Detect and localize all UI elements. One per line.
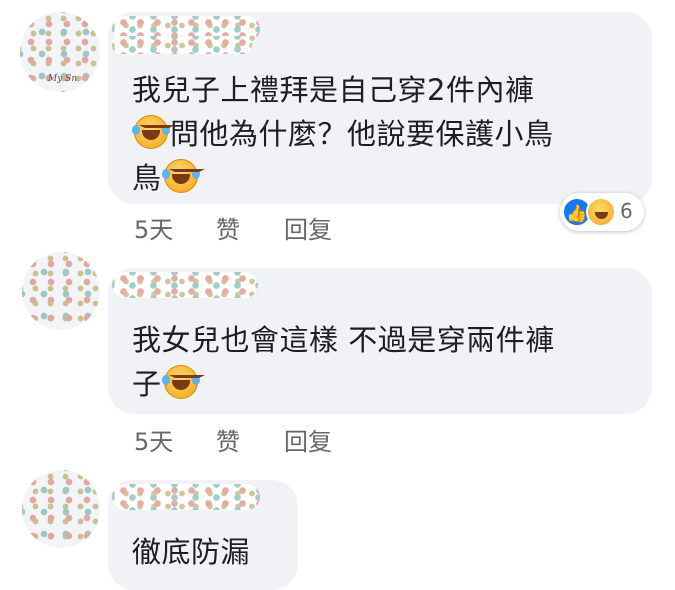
avatar-caption: My Sn	[48, 74, 78, 84]
comment-line: 我兒子上禮拜是自己穿2件內褲	[132, 73, 535, 107]
comment-line-text: 子	[132, 367, 162, 401]
like-button[interactable]: 赞	[216, 210, 240, 245]
author-name-blur	[112, 36, 252, 54]
like-button[interactable]: 赞	[216, 422, 240, 457]
reaction-count: 6	[620, 199, 633, 223]
reaction-summary[interactable]: 👍 6	[560, 193, 644, 231]
avatar[interactable]	[22, 470, 100, 548]
reply-button[interactable]: 回复	[284, 210, 332, 245]
author-name[interactable]	[112, 484, 260, 510]
comment-line-3: 鳥	[132, 156, 642, 200]
comment-line-2: 問他為什麼？他說要保護小鳥	[132, 112, 642, 156]
reply-button[interactable]: 回复	[284, 422, 332, 457]
haha-icon	[586, 197, 616, 227]
author-name[interactable]	[112, 272, 258, 298]
avatar[interactable]	[22, 252, 100, 330]
laughing-tears-emoji-icon	[132, 115, 175, 149]
comment-text: 我兒子上禮拜是自己穿2件內褲 問他為什麼？他說要保護小鳥 鳥	[132, 68, 642, 200]
comment-time[interactable]: 5天	[134, 422, 173, 457]
comment-line: 我女兒也會這樣 不過是穿兩件褲	[132, 323, 555, 357]
comment-text: 我女兒也會這樣 不過是穿兩件褲 子	[132, 318, 642, 406]
comment-line-text: 問他為什麼？他說要保護小鳥	[170, 117, 554, 151]
avatar[interactable]: My Sn	[20, 12, 100, 92]
laughing-tears-emoji-icon	[161, 365, 205, 399]
comment-time[interactable]: 5天	[134, 210, 173, 245]
comment-text: 徹底防漏	[132, 530, 292, 574]
comment-line-2: 子	[132, 362, 642, 406]
comment-line-text: 鳥	[132, 161, 162, 195]
comment-line: 徹底防漏	[132, 535, 251, 569]
laughing-tears-emoji-icon	[161, 159, 205, 193]
